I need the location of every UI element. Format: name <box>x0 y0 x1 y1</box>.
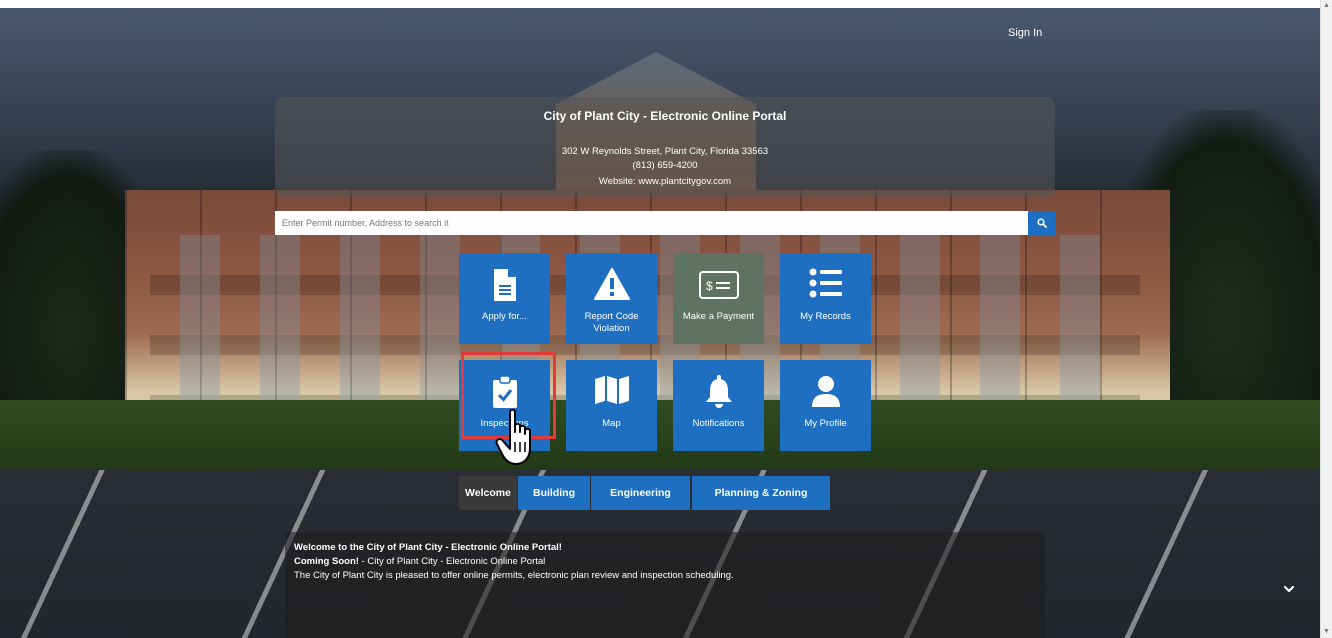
search-icon <box>1036 218 1047 228</box>
chevron-down-icon[interactable] <box>1282 582 1296 596</box>
warning-icon <box>593 268 630 300</box>
tile-label: Make a Payment <box>682 311 755 322</box>
tile-notifications[interactable]: Notifications <box>673 360 764 451</box>
welcome-panel: Welcome to the City of Plant City - Elec… <box>285 532 1045 638</box>
scroll-down-arrow-icon[interactable]: ▼ <box>1321 626 1332 638</box>
top-strip <box>0 0 1321 8</box>
tab-engineering[interactable]: Engineering <box>591 476 690 510</box>
sign-in-link[interactable]: Sign In <box>1008 27 1042 39</box>
svg-text:$: $ <box>706 279 713 293</box>
search-input[interactable] <box>275 211 1028 235</box>
tile-my-records[interactable]: My Records <box>780 253 871 344</box>
tile-report-code-violation[interactable]: Report Code Violation <box>566 253 657 344</box>
welcome-heading: Welcome to the City of Plant City - Elec… <box>294 542 562 553</box>
tile-label: Map <box>602 418 621 429</box>
scroll-up-arrow-icon[interactable]: ▲ <box>1321 0 1332 12</box>
portal-website: Website: www.plantcitygov.com <box>598 176 732 187</box>
search-bar <box>275 211 1055 235</box>
portal-header-panel: City of Plant City - Electronic Online P… <box>275 97 1055 197</box>
tile-map[interactable]: Map <box>566 360 657 451</box>
tab-planning-zoning[interactable]: Planning & Zoning <box>692 476 830 510</box>
bell-icon <box>705 375 732 408</box>
clipboard-check-icon <box>492 375 517 408</box>
money-icon: $ <box>698 271 739 299</box>
coming-soon-line: Coming Soon! - City of Plant City - Elec… <box>294 556 545 567</box>
portal-title: City of Plant City - Electronic Online P… <box>543 109 787 123</box>
tile-label: My Profile <box>804 418 847 429</box>
search-button[interactable] <box>1028 211 1055 235</box>
tile-label: My Records <box>800 311 851 322</box>
coming-soon-label: Coming Soon! <box>294 556 359 567</box>
tile-label: Report Code Violation <box>584 311 639 334</box>
tile-inspections[interactable]: Inspections <box>459 360 550 451</box>
tile-my-profile[interactable]: My Profile <box>780 360 871 451</box>
tile-make-a-payment[interactable]: $ Make a Payment <box>673 253 764 344</box>
welcome-description: The City of Plant City is pleased to off… <box>294 570 734 581</box>
tile-label: Apply for... <box>482 311 527 322</box>
map-icon <box>594 376 629 404</box>
portal-phone: (813) 659-4200 <box>632 160 698 171</box>
user-icon <box>811 376 840 407</box>
tile-apply-for[interactable]: Apply for... <box>459 253 550 344</box>
list-icon <box>809 268 842 298</box>
document-icon <box>493 269 516 301</box>
coming-soon-text: - City of Plant City - Electronic Online… <box>358 556 546 567</box>
portal-address: 302 W Reynolds Street, Plant City, Flori… <box>561 146 769 157</box>
tile-label: Notifications <box>692 418 745 429</box>
vertical-scrollbar[interactable]: ▲ ▼ <box>1320 0 1332 638</box>
tab-welcome[interactable]: Welcome <box>459 476 517 510</box>
tab-building[interactable]: Building <box>518 476 590 510</box>
tile-label: Inspections <box>480 418 529 429</box>
